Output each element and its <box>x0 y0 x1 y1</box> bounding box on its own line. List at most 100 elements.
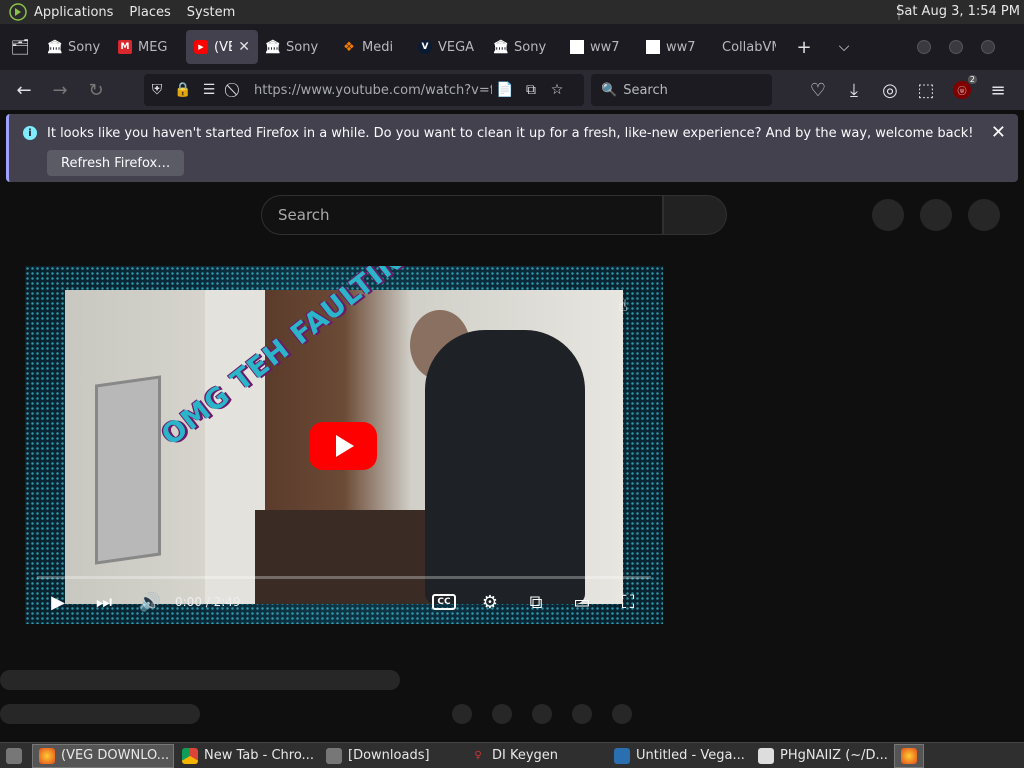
theater-mode-icon[interactable]: ▭ <box>559 584 605 620</box>
youtube-icon: ▶ <box>194 40 208 54</box>
channel-skeleton <box>0 704 200 724</box>
close-icon[interactable]: ✕ <box>238 39 250 55</box>
youtube-search-button[interactable] <box>663 195 727 235</box>
tab-collabvm[interactable]: CollabVM <box>714 30 784 64</box>
mega-icon: M <box>118 40 132 54</box>
miniplayer-icon[interactable]: ⧉ <box>513 584 559 620</box>
tab-mega[interactable]: M MEG <box>110 30 186 64</box>
clock[interactable]: Sat Aug 3, 1:54 PM <box>896 4 1020 19</box>
monitor-shape <box>95 375 161 565</box>
close-window-button[interactable] <box>981 40 995 54</box>
settings-gear-icon[interactable]: ⚙ <box>467 584 513 620</box>
folder-icon <box>326 747 342 764</box>
show-desktop-button[interactable] <box>0 744 30 768</box>
reload-icon[interactable]: ↻ <box>78 74 114 106</box>
ublock-badge: 2 <box>967 75 977 84</box>
ublock-origin-icon[interactable]: ⓤ 2 <box>944 74 980 106</box>
header-placeholder-1 <box>872 199 904 231</box>
autoplay-blocked-icon[interactable]: ⃠ <box>222 82 248 98</box>
search-engine-icon: 🔍 <box>601 82 618 98</box>
taskbar-keygen[interactable]: ♀ DI Keygen <box>464 744 606 768</box>
action-placeholder-1 <box>452 704 472 724</box>
account-icon[interactable]: ◎ <box>872 74 908 106</box>
refresh-firefox-notification: i It looks like you haven't started Fire… <box>6 114 1018 182</box>
bookmark-star-icon[interactable]: ☆ <box>544 82 570 98</box>
permissions-icon[interactable]: ☰ <box>196 82 222 98</box>
fullscreen-icon[interactable]: ⛶ <box>605 584 651 620</box>
list-all-tabs-chevron-icon[interactable]: ⌵ <box>824 39 864 55</box>
action-placeholder-2 <box>492 704 512 724</box>
tab-sony-1[interactable]: 🏛 Sony <box>40 30 110 64</box>
menu-places[interactable]: Places <box>129 5 170 20</box>
tab-medium[interactable]: ❖ Medi <box>334 30 410 64</box>
taskbar-text-editor[interactable]: PHgNAIIZ (~/D... <box>752 744 892 768</box>
video-player[interactable]: OMG TEH FAULTINESS ▶ ⏭ 🔊 0:00 / 2:49 CC … <box>25 266 663 624</box>
taskbar-firefox[interactable]: (VEG DOWNLO... <box>32 743 174 768</box>
taskbar: (VEG DOWNLO... New Tab - Chro... [Downlo… <box>0 742 1024 768</box>
close-icon[interactable]: ✕ <box>991 122 1006 143</box>
system-panel: Applications Places System Sat Aug 3, 1:… <box>0 0 1024 24</box>
large-play-button[interactable] <box>309 422 377 470</box>
extensions-icon[interactable]: ⬚ <box>908 74 944 106</box>
header-placeholder-3 <box>968 199 1000 231</box>
mouse-cursor-icon: ☝ <box>618 296 628 315</box>
action-placeholder-4 <box>572 704 592 724</box>
search-bar[interactable]: 🔍 Search <box>591 74 772 106</box>
building-icon: 🏛 <box>46 39 64 55</box>
refresh-firefox-button[interactable]: Refresh Firefox… <box>47 150 185 176</box>
vegas-icon: V <box>418 40 432 54</box>
tab-overview-icon[interactable]: 🗂 <box>0 38 40 56</box>
new-tab-plus-icon[interactable]: + <box>784 37 824 58</box>
tab-sony-2[interactable]: 🏛 Sony <box>258 30 334 64</box>
hamburger-menu-icon[interactable]: ≡ <box>980 74 1016 106</box>
youtube-search-input[interactable]: Search <box>261 195 663 235</box>
maximize-window-button[interactable] <box>949 40 963 54</box>
reader-view-icon[interactable]: 📄 <box>492 82 518 98</box>
vegas-icon <box>614 747 630 764</box>
lock-icon[interactable]: 🔒 <box>170 82 196 98</box>
tab-youtube-active[interactable]: ▶ (VE ✕ <box>186 30 258 64</box>
os-logo-icon[interactable] <box>8 3 28 21</box>
chrome-icon <box>182 747 198 764</box>
tab-vegas[interactable]: V VEGA <box>410 30 486 64</box>
action-placeholder-3 <box>532 704 552 724</box>
url-text[interactable]: https://www.youtube.com/watch?v=f <box>254 83 492 98</box>
blank-page-icon <box>646 40 660 54</box>
pocket-icon[interactable]: ♡ <box>800 74 836 106</box>
text-editor-icon <box>758 747 774 764</box>
next-icon[interactable]: ⏭ <box>81 584 127 620</box>
taskbar-vegas[interactable]: Untitled - Vega... <box>608 744 750 768</box>
player-controls: ▶ ⏭ 🔊 0:00 / 2:49 CC ⚙ ⧉ ▭ ⛶ <box>25 584 663 620</box>
workspace-switcher[interactable] <box>894 743 924 768</box>
person-shape <box>425 330 585 604</box>
play-icon[interactable]: ▶ <box>35 584 81 620</box>
minimize-window-button[interactable] <box>917 40 931 54</box>
menu-applications[interactable]: Applications <box>34 5 113 20</box>
desktop-icon <box>6 747 22 764</box>
subtitles-cc-icon[interactable]: CC <box>421 584 467 620</box>
progress-bar[interactable] <box>37 576 651 579</box>
action-placeholder-5 <box>612 704 632 724</box>
blank-page-icon <box>570 40 584 54</box>
back-arrow-icon[interactable]: ← <box>6 74 42 106</box>
volume-icon[interactable]: 🔊 <box>127 584 173 620</box>
forward-arrow-icon[interactable]: → <box>42 74 78 106</box>
taskbar-downloads[interactable]: [Downloads] <box>320 744 462 768</box>
tab-sony-3[interactable]: 🏛 Sony <box>486 30 562 64</box>
info-icon: i <box>23 126 37 140</box>
url-bar[interactable]: ⛨ 🔒 ☰ ⃠ https://www.youtube.com/watch?v=… <box>144 74 584 106</box>
taskbar-chrome[interactable]: New Tab - Chro... <box>176 744 318 768</box>
firefox-icon <box>39 747 55 764</box>
key-icon: ♀ <box>474 750 482 761</box>
shield-icon[interactable]: ⛨ <box>144 82 170 98</box>
building-icon: 🏛 <box>492 39 510 55</box>
tab-ww7-2[interactable]: ww7 <box>638 30 714 64</box>
navigation-bar: ← → ↻ ⛨ 🔒 ☰ ⃠ https://www.youtube.com/wa… <box>0 70 1024 110</box>
menu-system[interactable]: System <box>187 5 235 20</box>
workspace-firefox-icon <box>901 747 917 764</box>
time-display: 0:00 / 2:49 <box>175 595 241 609</box>
building-icon: 🏛 <box>264 39 282 55</box>
tab-ww7-1[interactable]: ww7 <box>562 30 638 64</box>
downloads-icon[interactable]: ⤓ <box>836 74 872 106</box>
picture-in-picture-icon[interactable]: ⧉ <box>518 82 544 98</box>
